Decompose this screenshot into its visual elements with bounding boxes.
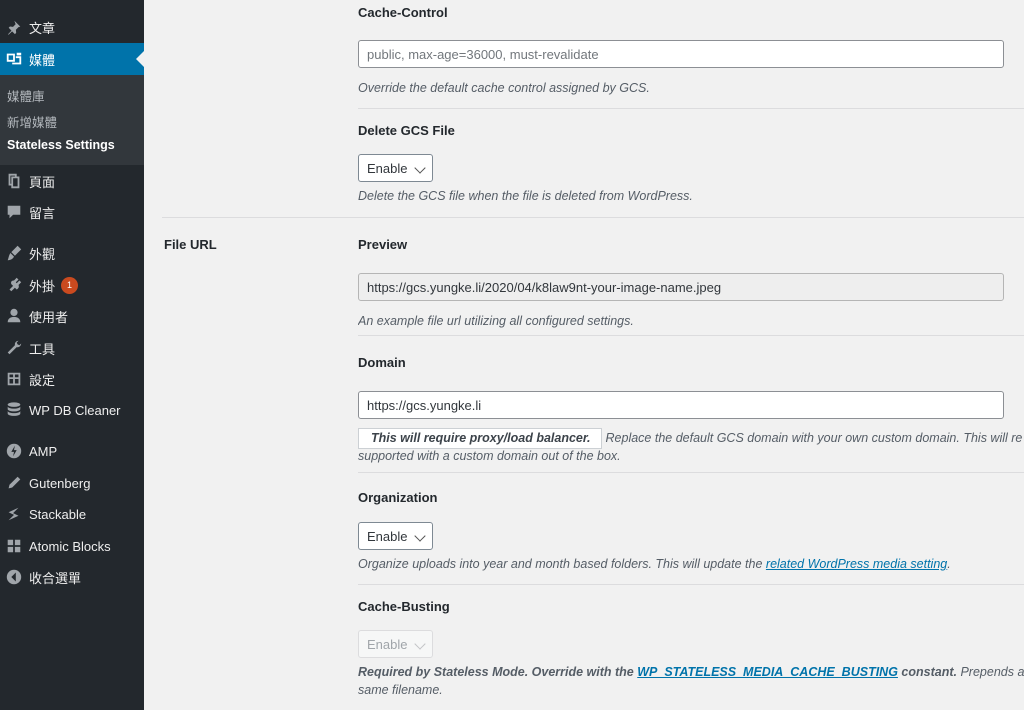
menu-item-gutenberg[interactable]: Gutenberg (0, 470, 144, 496)
collapse-arrow-icon (4, 567, 24, 587)
preview-title: Preview (358, 237, 408, 252)
cache-busting-constant-link[interactable]: WP_STATELESS_MEDIA_CACHE_BUSTING (637, 665, 898, 679)
wrench-icon (4, 338, 24, 358)
amp-bolt-icon (4, 441, 24, 461)
comment-icon (4, 202, 24, 222)
menu-item-appearance[interactable]: 外觀 (0, 240, 144, 266)
menu-item-pages[interactable]: 頁面 (0, 168, 144, 194)
menu-item-media[interactable]: 媒體 (0, 43, 144, 75)
divider (358, 472, 1024, 473)
menu-item-stackable[interactable]: Stackable (0, 501, 144, 527)
menu-item-users[interactable]: 使用者 (0, 303, 144, 329)
delete-gcs-desc: Delete the GCS file when the file is del… (358, 189, 693, 203)
grid-blocks-icon (4, 536, 24, 556)
submenu-stateless-settings[interactable]: Stateless Settings (7, 138, 115, 152)
chevron-down-icon (414, 162, 426, 174)
cache-control-input[interactable]: public, max-age=36000, must-revalidate (358, 40, 1004, 68)
domain-desc-line2: supported with a custom domain out of th… (358, 449, 621, 463)
cache-busting-desc-line2: same filename. (358, 683, 443, 697)
preview-url-field[interactable]: https://gcs.yungke.li/2020/04/k8law9nt-y… (358, 273, 1004, 301)
cache-busting-desc: Required by Stateless Mode. Override wit… (358, 665, 1024, 679)
menu-item-settings[interactable]: 設定 (0, 366, 144, 392)
user-icon (4, 306, 24, 326)
menu-item-posts[interactable]: 文章 (0, 14, 144, 40)
chevron-down-icon (414, 638, 426, 650)
domain-proxy-note: This will require proxy/load balancer. (358, 428, 602, 449)
organization-title: Organization (358, 490, 438, 505)
submenu-media-library[interactable]: 媒體庫 (7, 86, 45, 105)
chevron-down-icon (414, 530, 426, 542)
plugins-update-badge: 1 (61, 276, 79, 294)
cache-busting-select[interactable]: Enable (358, 630, 433, 658)
media-icon (4, 49, 24, 69)
submenu-add-media[interactable]: 新增媒體 (7, 112, 57, 131)
database-icon (4, 400, 24, 420)
divider (358, 584, 1024, 585)
pages-icon (4, 171, 24, 191)
pencil-icon (4, 473, 24, 493)
file-url-label: File URL (164, 237, 217, 252)
cache-control-title: Cache-Control (358, 5, 448, 20)
organization-select[interactable]: Enable (358, 522, 433, 550)
domain-title: Domain (358, 355, 406, 370)
menu-item-wp-db-cleaner[interactable]: WP DB Cleaner (0, 397, 144, 423)
brush-icon (4, 243, 24, 263)
preview-desc: An example file url utilizing all config… (358, 314, 634, 328)
collapse-menu-button[interactable]: 收合選單 (0, 564, 144, 590)
delete-gcs-select[interactable]: Enable (358, 154, 433, 182)
section-divider (162, 217, 1024, 218)
organization-desc: Organize uploads into year and month bas… (358, 557, 951, 571)
menu-item-atomic-blocks[interactable]: Atomic Blocks (0, 533, 144, 559)
divider (358, 335, 1024, 336)
settings-main: Cache-Control public, max-age=36000, mus… (144, 0, 1024, 710)
menu-item-plugins[interactable]: 外掛 1 (0, 272, 144, 298)
menu-item-comments[interactable]: 留言 (0, 199, 144, 225)
domain-desc: This will require proxy/load balancer. Re… (358, 428, 1024, 449)
divider (358, 108, 1024, 109)
plugin-icon (4, 275, 24, 295)
menu-item-amp[interactable]: AMP (0, 438, 144, 464)
pushpin-icon (4, 17, 24, 37)
menu-item-tools[interactable]: 工具 (0, 335, 144, 361)
related-media-setting-link[interactable]: related WordPress media setting (766, 557, 947, 571)
domain-input[interactable]: https://gcs.yungke.li (358, 391, 1004, 419)
cache-control-desc: Override the default cache control assig… (358, 81, 650, 95)
cache-busting-title: Cache-Busting (358, 599, 450, 614)
admin-sidebar: 文章 媒體 媒體庫 新增媒體 Stateless Settings 頁面 留言 … (0, 0, 144, 710)
delete-gcs-title: Delete GCS File (358, 123, 455, 138)
settings-icon (4, 369, 24, 389)
stackable-icon (4, 504, 24, 524)
